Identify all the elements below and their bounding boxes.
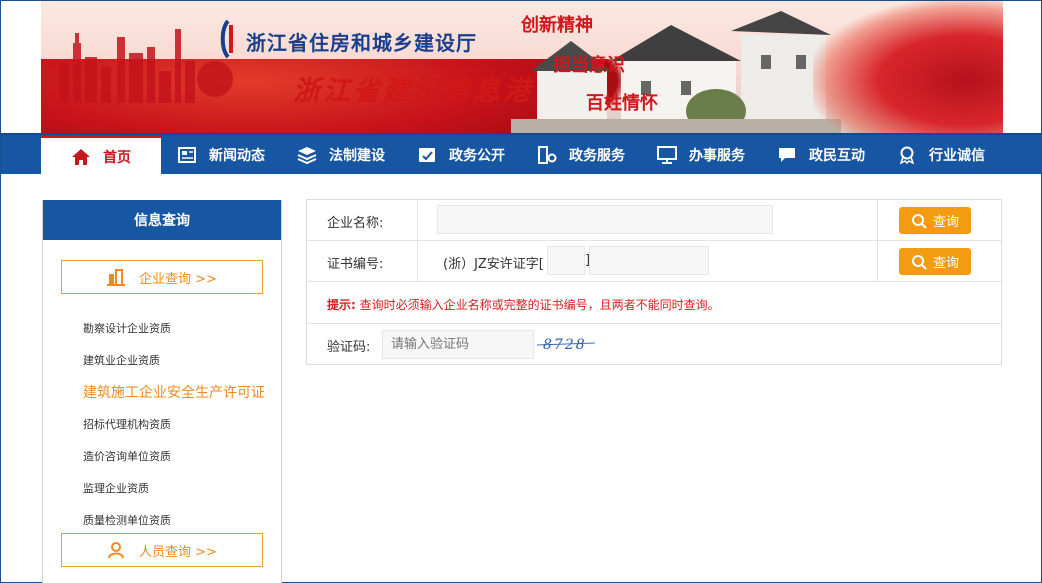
- query-hint: 提示: 查询时必须输入企业名称或完整的证书编号，且两者不能同时查询。: [327, 296, 720, 313]
- site-banner: 浙江省住房和城乡建设厅 浙江省建设信息港 创新精神 担当意识 百姓情怀: [41, 1, 1003, 133]
- hint-title: 提示:: [327, 298, 356, 312]
- nav-item-label: 政民互动: [809, 147, 865, 164]
- nav-item-label: 政务服务: [569, 147, 625, 164]
- nav-item-label: 行业诚信: [929, 147, 985, 164]
- building-icon: [107, 269, 126, 286]
- cert-number-input[interactable]: [589, 246, 709, 275]
- person-icon: [108, 542, 125, 559]
- cert-query-submit-button[interactable]: 查询: [899, 248, 971, 275]
- server-gear-icon: [538, 145, 557, 164]
- sidebar-link-supervision[interactable]: 监理企业资质: [83, 480, 149, 496]
- cert-number-label: 证书编号:: [327, 257, 384, 272]
- query-form: 企业名称: 查询 证书编号: (浙）JZ安许证字[ ] 查询 提示: 查询时必须…: [306, 199, 1002, 365]
- cert-year-input[interactable]: [547, 246, 585, 275]
- sidebar-link-construction[interactable]: 建筑业企业资质: [83, 352, 160, 368]
- sidebar-link-quality-testing[interactable]: 质量检测单位资质: [83, 512, 171, 528]
- department-logo-icon: [220, 19, 233, 59]
- sidebar-link-safety-license[interactable]: 建筑施工企业安全生产许可证: [83, 382, 265, 402]
- nav-item-label: 首页: [103, 149, 131, 166]
- newspaper-icon: [178, 146, 196, 163]
- cert-prefix-text: (浙）JZ安许证字[: [443, 257, 544, 272]
- hint-text: 查询时必须输入企业名称或完整的证书编号，且两者不能同时查询。: [359, 298, 720, 312]
- banner-flag-graphic: [813, 1, 1003, 133]
- company-query-button[interactable]: 企业查询 >>: [61, 260, 263, 294]
- nav-items: 首页 新闻动态 法制建设 政务公开 政务服务 办事服务 政民互动 行业诚信: [41, 135, 1003, 175]
- query-button-label: 查询: [932, 256, 959, 271]
- nav-item-legal[interactable]: 法制建设: [281, 135, 401, 174]
- nav-item-label: 新闻动态: [209, 147, 265, 164]
- city-skyline-graphic: [59, 29, 233, 103]
- home-icon: [72, 148, 90, 165]
- monitor-icon: [657, 145, 677, 164]
- captcha-image[interactable]: 8728: [537, 333, 597, 355]
- company-query-label: 企业查询 >>: [139, 271, 217, 287]
- sidebar-link-cost-consulting[interactable]: 造价咨询单位资质: [83, 448, 171, 464]
- nav-item-home[interactable]: 首页: [41, 135, 161, 175]
- captcha-input[interactable]: [382, 330, 534, 359]
- slogan-1: 创新精神: [521, 15, 593, 36]
- nav-item-gov-service[interactable]: 政务服务: [521, 135, 641, 174]
- chat-icon: [779, 147, 795, 162]
- person-query-button[interactable]: 人员查询 >>: [61, 533, 263, 567]
- nav-item-news[interactable]: 新闻动态: [161, 135, 281, 174]
- company-name-input[interactable]: [437, 205, 773, 234]
- nav-item-interaction[interactable]: 政民互动: [761, 135, 881, 174]
- cert-number-row: 证书编号: (浙）JZ安许证字[ ] 查询: [307, 241, 1001, 282]
- sidebar-title: 信息查询: [43, 200, 281, 240]
- sidebar-link-tender-agency[interactable]: 招标代理机构资质: [83, 416, 171, 432]
- nav-item-affairs[interactable]: 办事服务: [641, 135, 761, 174]
- nav-item-label: 办事服务: [689, 147, 745, 164]
- layers-icon: [297, 146, 317, 164]
- captcha-text: 8728: [543, 337, 587, 353]
- main-navbar: 首页 新闻动态 法制建设 政务公开 政务服务 办事服务 政民互动 行业诚信: [1, 133, 1042, 175]
- company-query-submit-button[interactable]: 查询: [899, 207, 971, 234]
- org-name: 浙江省住房和城乡建设厅: [246, 31, 477, 55]
- document-icon: [419, 147, 435, 162]
- nav-item-label: 法制建设: [329, 147, 385, 164]
- award-icon: [899, 146, 915, 164]
- nav-item-gov-open[interactable]: 政务公开: [401, 135, 521, 174]
- info-query-sidebar: 信息查询 企业查询 >> 勘察设计企业资质 建筑业企业资质 建筑施工企业安全生产…: [42, 200, 282, 583]
- company-name-label: 企业名称:: [327, 216, 384, 231]
- query-button-label: 查询: [932, 215, 959, 230]
- nav-item-label: 政务公开: [449, 147, 505, 164]
- site-name: 浙江省建设信息港: [293, 76, 533, 107]
- sidebar-link-survey-design[interactable]: 勘察设计企业资质: [83, 320, 171, 336]
- captcha-row: 验证码:: [307, 323, 1001, 365]
- slogan-2: 担当意识: [553, 55, 625, 76]
- captcha-label: 验证码:: [327, 340, 371, 355]
- search-icon: [911, 254, 927, 270]
- search-icon: [911, 213, 927, 229]
- person-query-label: 人员查询 >>: [139, 544, 217, 560]
- slogan-3: 百姓情怀: [586, 93, 658, 114]
- nav-item-credit[interactable]: 行业诚信: [881, 135, 1001, 174]
- company-name-row: 企业名称: 查询: [307, 200, 1001, 241]
